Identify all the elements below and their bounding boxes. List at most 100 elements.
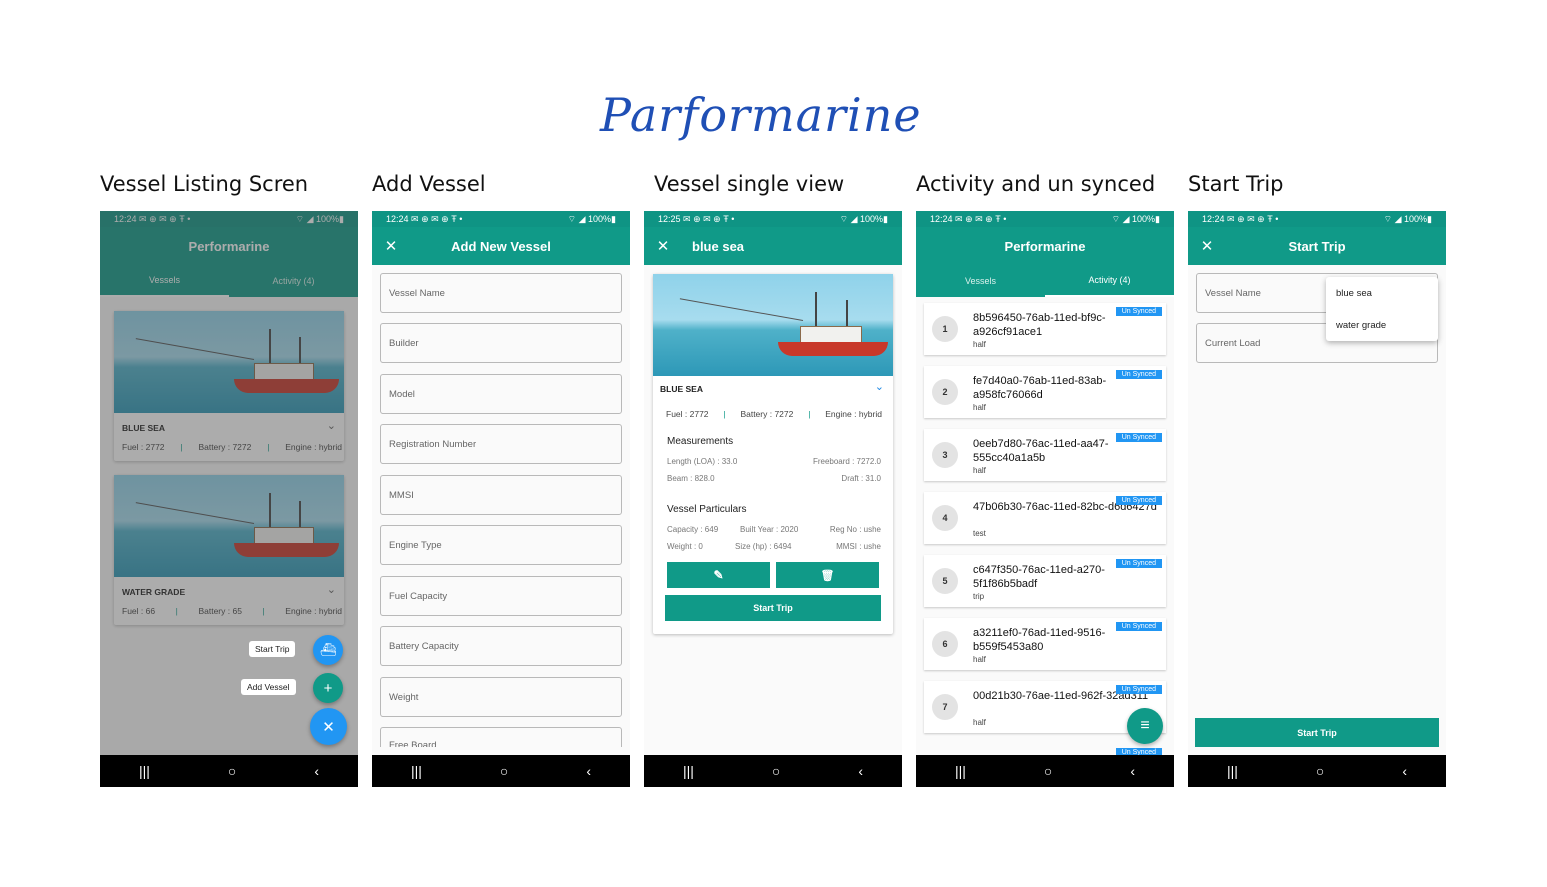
back-icon[interactable]: ‹: [1130, 763, 1135, 779]
reg-no-value: Reg No : ushe: [829, 525, 881, 534]
app-title: Add New Vessel: [451, 238, 551, 254]
draft-value: Draft : 31.0: [841, 474, 881, 483]
recents-icon[interactable]: |||: [139, 763, 150, 779]
phone-add-vessel: 12:24 ✉ ⊕ ✉ ⊕ Ŧ • ⌔ ◢ 100%▮ ✕ Add New Ve…: [372, 211, 630, 787]
dropdown-option[interactable]: blue sea: [1326, 277, 1438, 309]
particulars-title: Vessel Particulars: [667, 504, 747, 515]
activity-item[interactable]: 4 47b06b30-76ac-11ed-82bc-d6d6427d test …: [924, 492, 1166, 544]
unsynced-badge: Un Synced: [1115, 622, 1162, 631]
ship-icon[interactable]: ⛴: [313, 635, 343, 665]
status-icons: ✉ ⊕ ✉ ⊕ Ŧ •: [955, 213, 1007, 224]
status-battery: ⌔ ◢ 100%▮: [567, 213, 616, 224]
status-bar: 12:25 ✉ ⊕ ✉ ⊕ Ŧ • ⌔ ◢ 100%▮: [644, 211, 902, 227]
recents-icon[interactable]: |||: [955, 763, 966, 779]
close-icon[interactable]: ✕: [310, 708, 347, 745]
unsynced-badge: Un Synced: [1115, 559, 1162, 568]
caption-add-vessel: Add Vessel: [372, 172, 486, 196]
capacity-value: Capacity : 649: [667, 525, 719, 534]
activity-number: 6: [932, 631, 958, 657]
activity-item[interactable]: 1 8b596450-76ab-11ed-bf9c-a926cf91ace1 h…: [924, 303, 1166, 355]
home-icon[interactable]: ○: [228, 763, 236, 779]
back-icon[interactable]: ‹: [314, 763, 319, 779]
brand-logo: Parformarine: [600, 88, 922, 142]
delete-icon[interactable]: 🗑: [776, 562, 879, 588]
vessel-fuel: Fuel : 2772: [666, 409, 709, 419]
activity-type: half: [973, 466, 986, 475]
unsynced-badge: Un Synced: [1115, 307, 1162, 316]
activity-number: 4: [932, 505, 958, 531]
caption-start-trip: Start Trip: [1188, 172, 1284, 196]
close-icon[interactable]: ✕: [644, 237, 682, 255]
home-icon[interactable]: ○: [1044, 763, 1052, 779]
model-field[interactable]: Model: [380, 374, 622, 414]
vessel-name: BLUE SEA: [660, 384, 703, 394]
tab-activity[interactable]: Activity (4): [1045, 265, 1174, 297]
home-icon[interactable]: ○: [1316, 763, 1324, 779]
builder-field[interactable]: Builder: [380, 323, 622, 363]
activity-number: 5: [932, 568, 958, 594]
app-bar: ✕ Start Trip: [1188, 227, 1446, 265]
fuel-capacity-field[interactable]: Fuel Capacity: [380, 576, 622, 616]
caption-listing: Vessel Listing Scren: [100, 172, 309, 196]
activity-number: 3: [932, 442, 958, 468]
home-icon[interactable]: ○: [500, 763, 508, 779]
mmsi-value: MMSI : ushe: [836, 542, 881, 551]
built-year-value: Built Year : 2020: [740, 525, 799, 534]
mmsi-field[interactable]: MMSI: [380, 475, 622, 515]
chevron-down-icon[interactable]: ⌄: [875, 380, 884, 393]
unsynced-badge: Un Synced: [1115, 433, 1162, 442]
scrim-overlay[interactable]: [100, 211, 358, 755]
weight-field[interactable]: Weight: [380, 677, 622, 717]
dropdown-option[interactable]: water grade: [1326, 309, 1438, 341]
registration-number-field[interactable]: Registration Number: [380, 424, 622, 464]
app-bar: Performarine: [916, 227, 1174, 265]
recents-icon[interactable]: |||: [683, 763, 694, 779]
status-battery: ⌔ ◢ 100%▮: [1111, 213, 1160, 224]
activity-item[interactable]: 5 c647f350-76ac-11ed-a270-5f1f86b5badf t…: [924, 555, 1166, 607]
activity-item-clipped: Un Synced: [924, 744, 1166, 755]
vessel-engine: Engine : hybrid: [825, 409, 882, 419]
system-nav-bar: ||| ○ ‹: [100, 755, 358, 787]
system-nav-bar: ||| ○ ‹: [916, 755, 1174, 787]
freeboard-value: Freeboard : 7272.0: [812, 457, 881, 466]
vessel-image: [653, 274, 893, 376]
system-nav-bar: ||| ○ ‹: [1188, 755, 1446, 787]
close-icon[interactable]: ✕: [372, 237, 410, 255]
start-trip-fab-label[interactable]: Start Trip: [249, 641, 296, 657]
start-trip-button[interactable]: Start Trip: [1195, 718, 1439, 747]
status-icons: ✉ ⊕ ✉ ⊕ Ŧ •: [411, 213, 463, 224]
recents-icon[interactable]: |||: [1227, 763, 1238, 779]
home-icon[interactable]: ○: [772, 763, 780, 779]
status-battery: ⌔ ◢ 100%▮: [1383, 213, 1432, 224]
edit-icon[interactable]: ✎: [667, 562, 770, 588]
length-value: Length (LOA) : 33.0: [667, 457, 738, 466]
weight-value: Weight : 0: [667, 542, 703, 551]
activity-item[interactable]: 2 fe7d40a0-76ab-11ed-83ab-a958fc76066d h…: [924, 366, 1166, 418]
measurements-title: Measurements: [667, 436, 734, 447]
vessel-battery: Battery : 7272: [740, 409, 794, 419]
back-icon[interactable]: ‹: [586, 763, 591, 779]
phone-start-trip: 12:24 ✉ ⊕ ✉ ⊕ Ŧ • ⌔ ◢ 100%▮ ✕ Start Trip…: [1188, 211, 1446, 787]
battery-capacity-field[interactable]: Battery Capacity: [380, 626, 622, 666]
activity-item[interactable]: 3 0eeb7d80-76ac-11ed-aa47-555cc40a1a5b h…: [924, 429, 1166, 481]
app-title: Performarine: [1004, 238, 1086, 254]
system-nav-bar: ||| ○ ‹: [644, 755, 902, 787]
beam-value: Beam : 828.0: [667, 474, 715, 483]
free-board-field[interactable]: Free Board: [380, 727, 622, 747]
close-icon[interactable]: ✕: [1188, 237, 1226, 255]
caption-activity: Activity and un synced: [916, 172, 1156, 196]
back-icon[interactable]: ‹: [858, 763, 863, 779]
tab-vessels[interactable]: Vessels: [916, 265, 1045, 297]
add-vessel-fab-label[interactable]: Add Vessel: [241, 679, 296, 695]
start-trip-button[interactable]: Start Trip: [665, 595, 881, 621]
menu-icon[interactable]: ≡: [1127, 708, 1163, 744]
vessel-name-field[interactable]: Vessel Name: [380, 273, 622, 313]
app-title: Start Trip: [1288, 238, 1346, 254]
plus-icon[interactable]: +: [313, 673, 343, 703]
activity-item[interactable]: 6 a3211ef0-76ad-11ed-9516-b559f5453a80 h…: [924, 618, 1166, 670]
back-icon[interactable]: ‹: [1402, 763, 1407, 779]
recents-icon[interactable]: |||: [411, 763, 422, 779]
phone-vessel-single: 12:25 ✉ ⊕ ✉ ⊕ Ŧ • ⌔ ◢ 100%▮ ✕ blue sea B…: [644, 211, 902, 787]
engine-type-field[interactable]: Engine Type: [380, 525, 622, 565]
unsynced-badge: Un Synced: [1115, 748, 1162, 755]
